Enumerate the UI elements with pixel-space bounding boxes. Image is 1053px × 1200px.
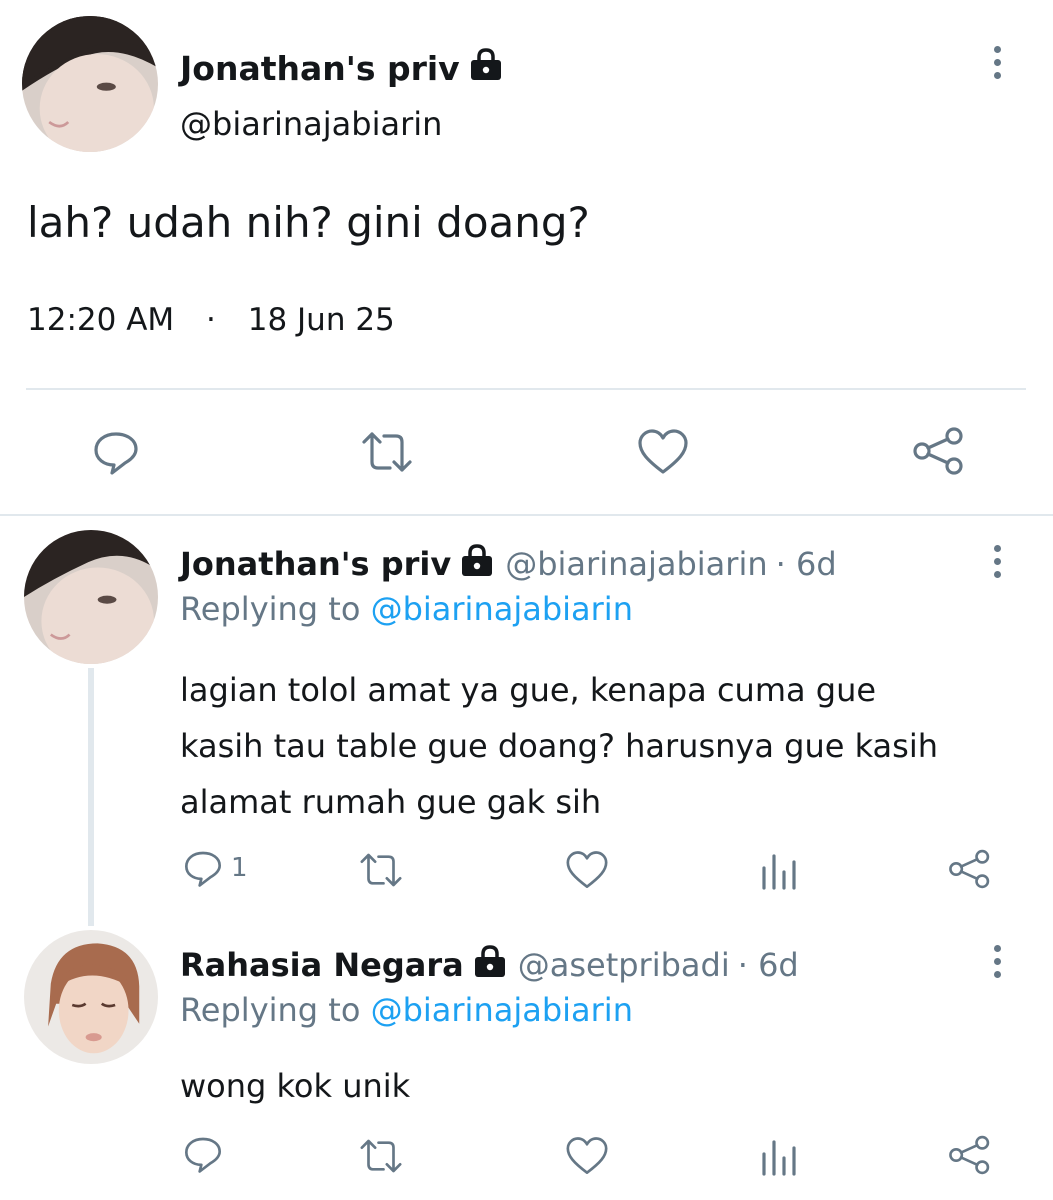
section-divider [0,514,1053,516]
timestamp: 12:20 AM · 18 Jun 25 [27,302,395,338]
replying-to-handle[interactable]: @biarinajabiarin [371,991,633,1029]
like-icon[interactable] [565,1136,609,1176]
retweet-icon[interactable] [358,1136,404,1176]
lock-icon [459,543,495,585]
display-name-text: Jonathan's priv [180,48,460,88]
reply-header: Rahasia Negara @asetpribadi · 6d [180,943,799,987]
replying-prefix: Replying to [180,590,361,628]
reply-button[interactable] [183,1134,231,1174]
tweet-text: lah? udah nih? gini doang? [27,198,590,247]
share-icon[interactable] [948,1134,992,1176]
share-icon[interactable] [912,426,966,476]
more-options-icon[interactable] [991,545,1003,578]
tweet-age: · 6d [775,545,837,583]
avatar[interactable] [22,16,158,152]
retweet-icon[interactable] [360,428,414,476]
tweet-age: · 6d [737,946,799,984]
reply-text-line: wong kok unik [180,1067,411,1105]
display-name[interactable]: Jonathan's priv [180,46,504,90]
handle[interactable]: @asetpribadi [518,946,730,984]
replying-prefix: Replying to [180,991,361,1029]
handle[interactable]: @biarinajabiarin [505,545,767,583]
reply-text-line: kasih tau table gue doang? harusnya gue … [180,727,938,765]
lock-icon [468,47,504,89]
reply-button[interactable]: 1 [183,848,248,888]
divider [26,388,1026,390]
reply-text: lagian tolol amat ya gue, kenapa cuma gu… [180,662,938,830]
handle[interactable]: @biarinajabiarin [180,105,442,143]
reply-text-line: alamat rumah gue gak sih [180,783,602,821]
display-name[interactable]: Jonathan's priv [180,545,451,583]
analytics-icon[interactable] [758,850,798,890]
replying-to: Replying to @biarinajabiarin [180,991,633,1029]
avatar[interactable] [24,930,158,1064]
avatar[interactable] [24,530,158,664]
time: 12:20 AM [27,302,175,338]
retweet-icon[interactable] [358,850,404,890]
reply-text: wong kok unik [180,1062,410,1110]
analytics-icon[interactable] [758,1136,798,1176]
more-options-icon[interactable] [991,46,1003,79]
share-icon[interactable] [948,848,992,890]
reply-header: Jonathan's priv @biarinajabiarin · 6d [180,542,837,586]
more-options-icon[interactable] [991,945,1003,978]
reply-text-line: lagian tolol amat ya gue, kenapa cuma gu… [180,671,877,709]
replying-to-handle[interactable]: @biarinajabiarin [371,590,633,628]
replying-to: Replying to @biarinajabiarin [180,590,633,628]
reply-count: 1 [231,853,248,883]
reply-icon[interactable] [92,428,140,476]
display-name[interactable]: Rahasia Negara [180,946,464,984]
lock-icon [472,944,508,986]
like-icon[interactable] [637,428,689,476]
reply-icon [185,851,222,887]
date: 18 Jun 25 [247,302,395,338]
like-icon[interactable] [565,850,609,890]
thread-line [88,668,94,926]
separator: · [206,302,216,338]
reply-icon [185,1137,222,1173]
